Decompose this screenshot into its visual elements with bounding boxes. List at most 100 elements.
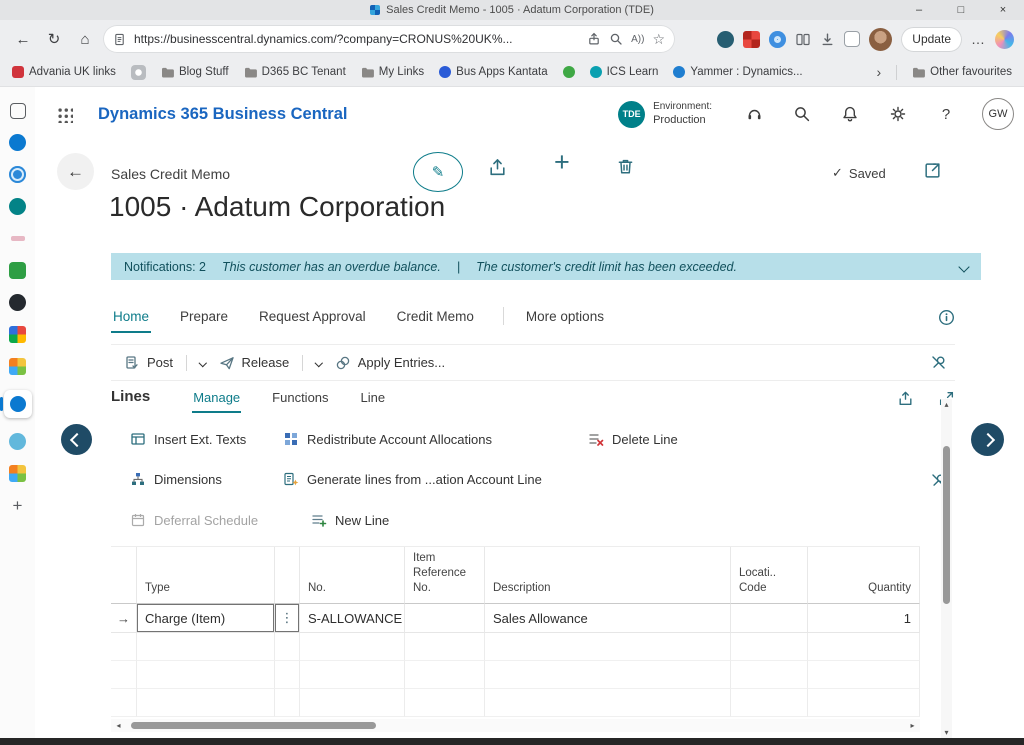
notifications-bell-icon[interactable] — [826, 105, 874, 123]
favorite-star-icon[interactable]: ☆ — [652, 31, 665, 48]
dimensions-button[interactable]: Dimensions — [130, 471, 222, 487]
column-header-quantity[interactable]: Quantity — [808, 547, 920, 604]
delete-button[interactable] — [616, 157, 635, 177]
bookmark-item[interactable]: Yammer : Dynamics... — [673, 66, 802, 78]
cell-item-reference-no[interactable] — [405, 604, 485, 633]
post-button[interactable]: Post — [111, 355, 206, 371]
browser-refresh-button[interactable]: ↻ — [41, 26, 67, 52]
cell-location-code[interactable] — [731, 604, 808, 633]
help-icon[interactable]: ? — [922, 106, 970, 123]
share-from-address-icon[interactable] — [587, 32, 601, 46]
scroll-up-icon[interactable]: ▴ — [941, 400, 952, 409]
column-header-item-reference-no[interactable]: Item Reference No. — [405, 547, 485, 604]
notification-bar[interactable]: Notifications: 2 This customer has an ov… — [111, 253, 981, 280]
edge-sidebar-app-icon-active[interactable] — [4, 390, 32, 418]
browser-home-button[interactable]: ⌂ — [72, 26, 98, 52]
new-button[interactable]: + — [554, 147, 570, 178]
bookmark-item[interactable]: Blog Stuff — [161, 66, 229, 78]
open-in-new-window-button[interactable] — [923, 161, 942, 180]
user-avatar[interactable]: GW — [982, 98, 1014, 130]
edge-sidebar-app-icon[interactable] — [9, 262, 26, 279]
address-bar[interactable]: https://businesscentral.dynamics.com/?co… — [103, 25, 675, 53]
search-icon[interactable] — [778, 105, 826, 123]
scroll-parts-left-button[interactable] — [61, 424, 92, 455]
vertical-scroll-thumb[interactable] — [943, 446, 950, 604]
extension-icon[interactable] — [844, 31, 860, 47]
split-screen-icon[interactable] — [795, 32, 811, 47]
extension-icon[interactable] — [769, 31, 786, 48]
settings-gear-icon[interactable] — [874, 105, 922, 123]
more-options-button[interactable]: More options — [526, 309, 604, 333]
tab-home[interactable]: Home — [111, 303, 151, 333]
browser-back-button[interactable]: ← — [10, 26, 36, 52]
column-header-type[interactable]: Type — [137, 547, 275, 604]
edge-sidebar-app-icon[interactable] — [11, 236, 25, 241]
cell-description[interactable]: Sales Allowance — [485, 604, 731, 633]
edit-button[interactable]: ✎ — [413, 152, 463, 192]
bookmarks-overflow-icon[interactable]: › — [877, 64, 882, 80]
redistribute-account-allocations-button[interactable]: Redistribute Account Allocations — [283, 431, 492, 447]
deferral-schedule-button[interactable]: Deferral Schedule — [130, 512, 258, 528]
scroll-parts-right-button[interactable] — [971, 423, 1004, 456]
edge-sidebar-app-icon[interactable] — [9, 134, 26, 151]
new-line-button[interactable]: New Line — [311, 512, 389, 528]
apply-entries-button[interactable]: Apply Entries... — [322, 355, 445, 371]
browser-update-button[interactable]: Update — [901, 27, 962, 52]
unpin-action-bar-button[interactable] — [930, 354, 955, 371]
lines-share-button[interactable] — [897, 390, 914, 407]
environment-badge[interactable]: TDE — [618, 101, 645, 128]
cell-quantity[interactable]: 1 — [808, 604, 920, 633]
bookmark-item[interactable] — [131, 65, 146, 80]
browser-menu-icon[interactable]: … — [971, 31, 986, 47]
row-menu-button[interactable]: ⋮ — [275, 604, 300, 633]
scroll-right-icon[interactable]: ▸ — [905, 721, 920, 730]
tab-credit-memo[interactable]: Credit Memo — [395, 303, 476, 333]
extension-icon[interactable] — [717, 31, 734, 48]
edge-sidebar-app-icon[interactable] — [9, 294, 26, 311]
edge-sidebar-add-button[interactable]: + — [13, 497, 23, 514]
edge-sidebar-app-icon[interactable] — [9, 433, 26, 450]
cell-no[interactable]: S-ALLOWANCE — [300, 604, 405, 633]
page-vertical-scrollbar[interactable]: ▴ ▾ — [941, 399, 952, 745]
cell-type[interactable]: Charge (Item) — [137, 604, 275, 633]
notification-expand-button[interactable] — [960, 260, 968, 274]
bookmark-item[interactable] — [563, 66, 575, 78]
browser-tab[interactable]: Sales Credit Memo - 1005 · Adatum Corpor… — [0, 4, 1024, 16]
generate-lines-button[interactable]: Generate lines from ...ation Account Lin… — [283, 471, 542, 487]
tab-request-approval[interactable]: Request Approval — [257, 303, 368, 333]
headset-icon[interactable] — [730, 105, 778, 123]
edge-sidebar-app-icon[interactable] — [9, 198, 26, 215]
downloads-icon[interactable] — [820, 32, 835, 47]
edge-sidebar-app-icon[interactable] — [9, 326, 26, 343]
edge-sidebar-app-icon[interactable] — [9, 358, 26, 375]
lines-tab-functions[interactable]: Functions — [271, 390, 329, 413]
bookmark-item[interactable]: Bus Apps Kantata — [439, 66, 547, 78]
lines-tab-manage[interactable]: Manage — [192, 390, 241, 413]
horizontal-scroll-thumb[interactable] — [131, 722, 376, 729]
product-title[interactable]: Dynamics 365 Business Central — [98, 105, 347, 124]
extension-icon[interactable] — [743, 31, 760, 48]
edge-sidebar-app-icon[interactable] — [9, 166, 26, 183]
scroll-down-icon[interactable]: ▾ — [941, 728, 952, 737]
bookmark-item[interactable]: D365 BC Tenant — [244, 66, 346, 78]
bookmark-item[interactable]: ICS Learn — [590, 66, 659, 78]
close-button[interactable]: × — [982, 0, 1024, 20]
app-launcher-icon[interactable] — [56, 106, 73, 123]
lines-title[interactable]: Lines — [111, 388, 150, 413]
tab-prepare[interactable]: Prepare — [178, 303, 230, 333]
info-button[interactable] — [938, 309, 955, 333]
page-back-button[interactable]: ← — [57, 153, 94, 190]
scroll-left-icon[interactable]: ◂ — [111, 721, 126, 730]
zoom-icon[interactable] — [609, 32, 623, 46]
other-favourites-button[interactable]: Other favourites — [912, 66, 1012, 78]
column-header-description[interactable]: Description — [485, 547, 731, 604]
bookmark-item[interactable]: Advania UK links — [12, 66, 116, 78]
horizontal-scroll-track[interactable] — [126, 719, 905, 732]
release-button[interactable]: Release — [206, 355, 322, 371]
table-horizontal-scrollbar[interactable]: ◂ ▸ — [111, 719, 920, 732]
copilot-icon[interactable] — [995, 30, 1014, 49]
url-text[interactable]: https://businesscentral.dynamics.com/?co… — [134, 32, 579, 46]
maximize-button[interactable]: □ — [940, 0, 982, 20]
edge-sidebar-app-icon[interactable] — [10, 103, 26, 119]
share-button[interactable] — [487, 157, 508, 178]
